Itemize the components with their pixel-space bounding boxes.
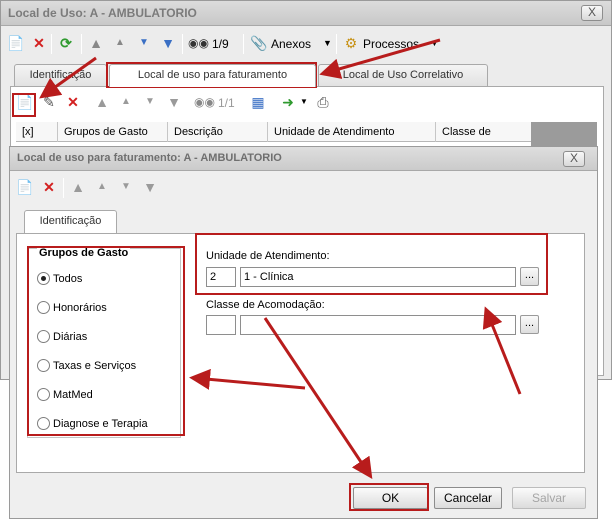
grid-col-unidade[interactable]: Unidade de Atendimento — [268, 122, 436, 142]
previous-record-icon[interactable]: ▲ — [111, 34, 129, 52]
dialog-tab-label: Identificação — [39, 215, 102, 227]
outer-toolbar: 📄 ✕ ⟳ ▲ ▲ ▼ ▼ ◉◉ 1/9 📎 Anexos ▼ ⚙ Proces… — [1, 31, 611, 57]
toolbar-separator — [273, 93, 274, 113]
save-button[interactable]: Salvar — [512, 487, 586, 509]
sub-record-counter: 1/1 — [218, 96, 235, 110]
grid-col-classe[interactable]: Classe de — [436, 122, 531, 142]
classe-name-field[interactable] — [240, 315, 516, 335]
dialog-toolbar: 📄 ✕ ▲ ▲ ▼ ▼ — [10, 177, 310, 199]
highlight-grupos-group — [27, 246, 185, 436]
classe-label: Classe de Acomodação: — [206, 299, 325, 311]
paperclip-icon[interactable]: 📎 — [250, 34, 268, 52]
tab-local-uso-correlativo-label: Local de Uso Correlativo — [342, 69, 464, 81]
first-record-icon[interactable]: ▲ — [87, 34, 105, 52]
cancel-button[interactable]: Cancelar — [434, 487, 502, 509]
export-dropdown-arrow-icon[interactable]: ▼ — [300, 97, 308, 106]
last-record-icon[interactable]: ▼ — [159, 34, 177, 52]
gears-icon[interactable]: ⚙ — [342, 34, 360, 52]
dialog-title-bar: Local de uso para faturamento: A - AMBUL… — [10, 147, 597, 171]
grid-header: [x] Grupos de Gasto Descrição Unidade de… — [16, 122, 531, 142]
delete-x-icon[interactable]: ✕ — [64, 93, 82, 111]
tab-identificacao[interactable]: Identificação — [14, 64, 107, 86]
printer-icon[interactable]: ⎙ — [314, 93, 332, 111]
dialog-title: Local de uso para faturamento: A - AMBUL… — [17, 152, 282, 164]
next-record-icon[interactable]: ▼ — [135, 34, 153, 52]
refresh-icon[interactable]: ⟳ — [57, 34, 75, 52]
outer-title-bar: Local de Uso: A - AMBULATORIO X — [1, 1, 611, 26]
dialog-tab-identificacao[interactable]: Identificação — [24, 210, 117, 233]
grid-col-descricao[interactable]: Descrição — [168, 122, 268, 142]
anexos-menu[interactable]: Anexos — [271, 35, 311, 53]
toolbar-separator — [243, 34, 244, 54]
outer-close-button[interactable]: X — [581, 5, 603, 21]
next-record-icon[interactable]: ▼ — [117, 178, 135, 196]
toolbar-separator — [81, 34, 82, 54]
new-document-icon[interactable]: 📄 — [7, 34, 25, 52]
highlight-new-button — [12, 93, 36, 117]
grid-col-check[interactable]: [x] — [16, 122, 58, 142]
last-record-icon[interactable]: ▼ — [165, 93, 183, 111]
grid-view-icon[interactable]: ▦ — [249, 93, 267, 111]
binoculars-icon[interactable]: ◉◉ — [194, 93, 215, 111]
new-document-icon[interactable]: 📄 — [16, 178, 34, 196]
first-record-icon[interactable]: ▲ — [69, 178, 87, 196]
outer-window-title: Local de Uso: A - AMBULATORIO — [8, 6, 197, 20]
highlight-unidade-field — [195, 233, 548, 295]
export-icon[interactable]: ➜ — [279, 93, 297, 111]
record-counter: 1/9 — [212, 37, 229, 51]
tab-identificacao-label: Identificação — [29, 69, 92, 81]
processos-dropdown-arrow-icon[interactable]: ▼ — [430, 38, 439, 48]
toolbar-separator — [182, 34, 183, 54]
highlight-ok-button — [349, 483, 429, 511]
next-record-icon[interactable]: ▼ — [141, 93, 159, 111]
binoculars-icon[interactable]: ◉◉ — [188, 34, 209, 52]
tab-local-uso-faturamento[interactable]: Local de uso para faturamento — [109, 64, 316, 87]
toolbar-separator — [87, 93, 88, 113]
tab-local-uso-correlativo[interactable]: Local de Uso Correlativo — [318, 64, 488, 86]
anexos-dropdown-arrow-icon[interactable]: ▼ — [323, 38, 332, 48]
dialog-close-button[interactable]: X — [563, 151, 585, 167]
classe-lookup-button[interactable]: ... — [520, 315, 539, 334]
delete-x-icon[interactable]: ✕ — [40, 178, 58, 196]
edit-document-icon[interactable]: ✎ — [40, 93, 58, 111]
sub-toolbar: 📄 ✎ ✕ ▲ ▲ ▼ ▼ ◉◉ 1/1 ▦ ➜ ▼ ⎙ — [11, 92, 603, 114]
grid-col-grupos[interactable]: Grupos de Gasto — [58, 122, 168, 142]
first-record-icon[interactable]: ▲ — [93, 93, 111, 111]
classe-code-field[interactable] — [206, 315, 236, 335]
previous-record-icon[interactable]: ▲ — [93, 178, 111, 196]
previous-record-icon[interactable]: ▲ — [117, 93, 135, 111]
processos-menu[interactable]: Processos — [363, 35, 419, 53]
toolbar-separator — [51, 34, 52, 54]
toolbar-separator — [188, 93, 189, 113]
delete-x-icon[interactable]: ✕ — [30, 34, 48, 52]
toolbar-separator — [243, 93, 244, 113]
toolbar-separator — [63, 178, 64, 198]
toolbar-separator — [336, 34, 337, 54]
tab-local-uso-faturamento-label: Local de uso para faturamento — [137, 69, 288, 81]
last-record-icon[interactable]: ▼ — [141, 178, 159, 196]
